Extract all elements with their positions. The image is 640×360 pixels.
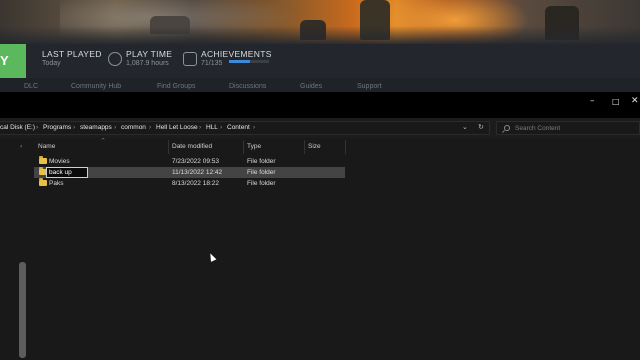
game-stats-bar: Y LAST PLAYED Today PLAY TIME 1,087.9 ho… [0,44,640,78]
file-row-back-up[interactable]: back up 11/13/2022 12:42 File folder [34,167,345,178]
refresh-icon[interactable]: ↻ [478,123,484,131]
play-button[interactable]: Y [0,44,26,78]
subnav-discussions[interactable]: Discussions [229,83,266,90]
search-input[interactable]: Search Content [496,121,640,135]
address-row: cal Disk (E:) › Programs › steamapps › c… [0,118,640,138]
breadcrumb-separator: › [199,124,202,131]
search-icon [504,125,510,131]
breadcrumb-hell-let-loose[interactable]: Hell Let Loose [156,124,198,131]
subnav-community-hub[interactable]: Community Hub [71,83,121,90]
breadcrumb-separator: › [73,124,76,131]
breadcrumb-separator: › [36,124,39,131]
file-row-movies[interactable]: Movies 7/23/2022 09:53 File folder [34,156,345,167]
address-bar[interactable]: cal Disk (E:) › Programs › steamapps › c… [0,121,490,135]
achievements-value: 71/135 [201,60,223,67]
rename-input[interactable]: back up [46,167,88,178]
title-bar: – □ ✕ [0,92,640,118]
play-time-label: PLAY TIME [126,49,173,59]
last-played-value: Today [42,60,61,67]
navigation-scrollbar[interactable] [19,262,26,358]
file-list: ^ Name Date modified Type Size Movies 7/… [34,138,640,360]
breadcrumb-programs[interactable]: Programs [43,124,71,131]
file-row-paks[interactable]: Paks 8/13/2022 18:22 File folder [34,178,345,189]
file-date: 11/13/2022 12:42 [172,169,223,176]
clock-icon [108,52,122,66]
column-header-date[interactable]: Date modified [172,143,212,150]
breadcrumb-separator: › [220,124,223,131]
column-divider[interactable] [168,140,169,154]
column-divider[interactable] [304,140,305,154]
folder-icon [39,178,47,186]
game-subnav: DLC Community Hub Find Groups Discussion… [0,78,640,92]
file-explorer-window: – □ ✕ cal Disk (E:) › Programs › steamap… [0,92,640,360]
breadcrumb-content[interactable]: Content [227,124,250,131]
column-header-type[interactable]: Type [247,143,261,150]
file-date: 8/13/2022 18:22 [172,180,219,187]
last-played-label: LAST PLAYED [42,49,102,59]
column-header-size[interactable]: Size [308,143,321,150]
sort-ascending-icon: ^ [101,138,106,144]
breadcrumb-common[interactable]: common [121,124,146,131]
breadcrumb-hll[interactable]: HLL [206,124,218,131]
game-banner [0,0,640,44]
subnav-find-groups[interactable]: Find Groups [157,83,196,90]
file-type: File folder [247,180,276,187]
minimize-icon[interactable]: – [590,96,595,106]
subnav-support[interactable]: Support [357,83,382,90]
play-time-value: 1,087.9 hours [126,60,169,67]
navigation-pane: › [0,138,30,360]
chevron-right-icon[interactable]: › [20,143,22,150]
close-icon[interactable]: ✕ [631,96,639,106]
file-type: File folder [247,169,276,176]
file-name: Paks [49,180,64,187]
file-date: 7/23/2022 09:53 [172,158,219,165]
breadcrumb-separator: › [253,124,256,131]
breadcrumb-steamapps[interactable]: steamapps [80,124,112,131]
column-divider[interactable] [345,140,346,154]
file-name: Movies [49,158,70,165]
maximize-icon[interactable]: □ [612,97,620,106]
search-placeholder: Search Content [515,125,561,132]
breadcrumb-drive[interactable]: cal Disk (E:) [0,124,35,131]
breadcrumb-separator: › [114,124,117,131]
address-dropdown-icon[interactable]: ⌄ [462,123,468,131]
achievements-label[interactable]: ACHIEVEMENTS [201,49,272,59]
file-type: File folder [247,158,276,165]
column-header-name[interactable]: Name [38,143,55,150]
achievements-icon [183,52,197,66]
breadcrumb-separator: › [149,124,152,131]
subnav-guides[interactable]: Guides [300,83,322,90]
subnav-dlc[interactable]: DLC [24,83,38,90]
achievements-progress-fill [229,60,251,63]
folder-icon [39,156,47,164]
column-divider[interactable] [243,140,244,154]
achievements-progress-bar [229,60,269,63]
banner-fade [0,26,640,44]
